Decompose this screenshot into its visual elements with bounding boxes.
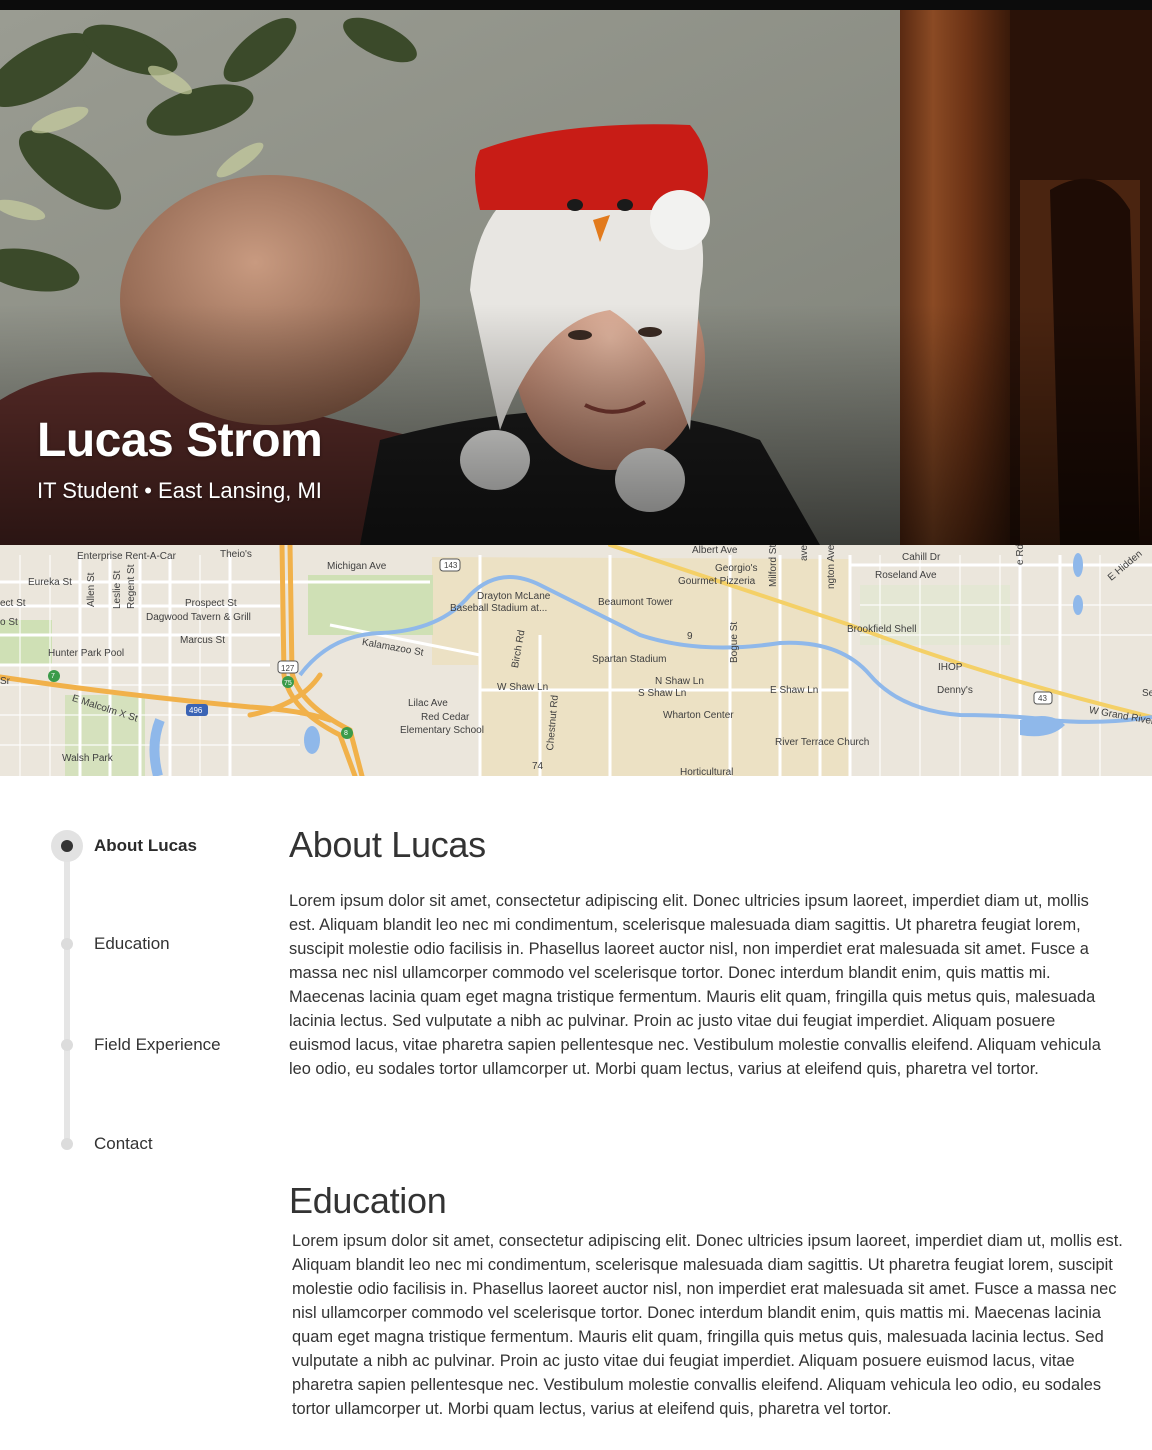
map-label: ect St <box>0 598 26 609</box>
nav-item-label: Education <box>94 934 170 953</box>
map-label: Spartan Stadium <box>592 654 667 665</box>
map-label: 74 <box>532 761 544 772</box>
profile-hero: Lucas Strom IT Student • East Lansing, M… <box>0 10 1152 545</box>
nav-item-label: Field Experience <box>94 1035 221 1054</box>
top-bar <box>0 0 1152 10</box>
map-label: Cahill Dr <box>902 552 941 563</box>
map-label: Red Cedar <box>421 712 470 723</box>
section-body: Lorem ipsum dolor sit amet, consectetur … <box>289 892 1101 1078</box>
nav-item-contact[interactable]: Contact <box>40 1124 270 1164</box>
map-label: Hunter Park Pool <box>48 648 125 659</box>
map-label: o St <box>0 617 18 628</box>
map-label: ngton Ave <box>826 545 837 589</box>
map-label: Leslie St <box>112 570 123 609</box>
map-label: 8 <box>344 730 348 737</box>
map-label: Georgio's <box>715 563 758 574</box>
map-label: 496 <box>189 706 203 715</box>
map-label: 143 <box>444 561 458 570</box>
map-label: 75 <box>284 680 292 687</box>
map-label: Regent St <box>126 564 137 609</box>
map-label: Allen St <box>86 572 97 607</box>
map-label: 9 <box>687 631 693 642</box>
map-label: IHOP <box>938 662 963 673</box>
map-label: Milford St <box>768 545 779 587</box>
nav-dot-icon <box>61 1138 73 1150</box>
map-label: 127 <box>281 664 295 673</box>
nav-timeline-track <box>64 844 70 1144</box>
map-label: Denny's <box>937 685 973 696</box>
map-label: Beaumont Tower <box>598 597 673 608</box>
map-label: e Rd <box>1015 545 1026 565</box>
map-label: Theio's <box>220 549 252 560</box>
map-label: 7 <box>51 673 55 680</box>
map-base <box>0 545 1152 776</box>
profile-subtitle: IT Student • East Lansing, MI <box>37 478 322 503</box>
nav-item-label: About Lucas <box>94 836 197 855</box>
section-title: Education <box>289 1180 447 1221</box>
map-label: Baseball Stadium at... <box>450 603 548 614</box>
nav-dot-icon <box>61 840 73 852</box>
nav-item-field-experience[interactable]: Field Experience <box>40 1025 270 1065</box>
map-label: Gourmet Pizzeria <box>678 576 756 587</box>
section-nav: About Lucas Education Field Experience C… <box>40 826 270 1166</box>
map-label: Enterprise Rent-A-Car <box>77 551 176 562</box>
section-title: About Lucas <box>289 824 486 865</box>
map-label: Eureka St <box>28 577 72 588</box>
map-label: Horticultural <box>680 767 734 776</box>
nav-item-label: Contact <box>94 1134 153 1153</box>
map-label: Se <box>1142 688 1152 699</box>
map-label: Albert Ave <box>692 545 738 556</box>
map-label: W Shaw Ln <box>497 682 549 693</box>
nav-dot-icon <box>61 938 73 950</box>
nav-dot-icon <box>61 1039 73 1051</box>
map-label: Roseland Ave <box>875 570 937 581</box>
map-label: 43 <box>1038 694 1047 703</box>
map-label: Lilac Ave <box>408 698 448 709</box>
map-label: Dagwood Tavern & Grill <box>146 612 251 623</box>
map-label: Michigan Ave <box>327 561 387 572</box>
location-map[interactable]: Enterprise Rent-A-Car Theio's Michigan A… <box>0 545 1152 776</box>
map-label: Drayton McLane <box>477 591 551 602</box>
map-label: Marcus St <box>180 635 226 646</box>
map-label: Bogue St <box>729 621 740 663</box>
map-label: Wharton Center <box>663 710 734 721</box>
nav-item-about[interactable]: About Lucas <box>40 826 270 866</box>
map-label: Brookfield Shell <box>847 624 917 635</box>
map-label: E Shaw Ln <box>770 685 819 696</box>
map-label: Walsh Park <box>62 753 113 764</box>
nav-item-education[interactable]: Education <box>40 924 270 964</box>
map-label: S Shaw Ln <box>638 688 687 699</box>
map-label: ave <box>799 545 810 561</box>
map-label: Elementary School <box>400 725 484 736</box>
section-body: Lorem ipsum dolor sit amet, consectetur … <box>292 1232 1123 1418</box>
map-label: Sr <box>0 676 10 687</box>
map-label: River Terrace Church <box>775 737 870 748</box>
map-label: Prospect St <box>185 598 237 609</box>
profile-name: Lucas Strom <box>37 414 323 467</box>
map-label: N Shaw Ln <box>655 676 704 687</box>
